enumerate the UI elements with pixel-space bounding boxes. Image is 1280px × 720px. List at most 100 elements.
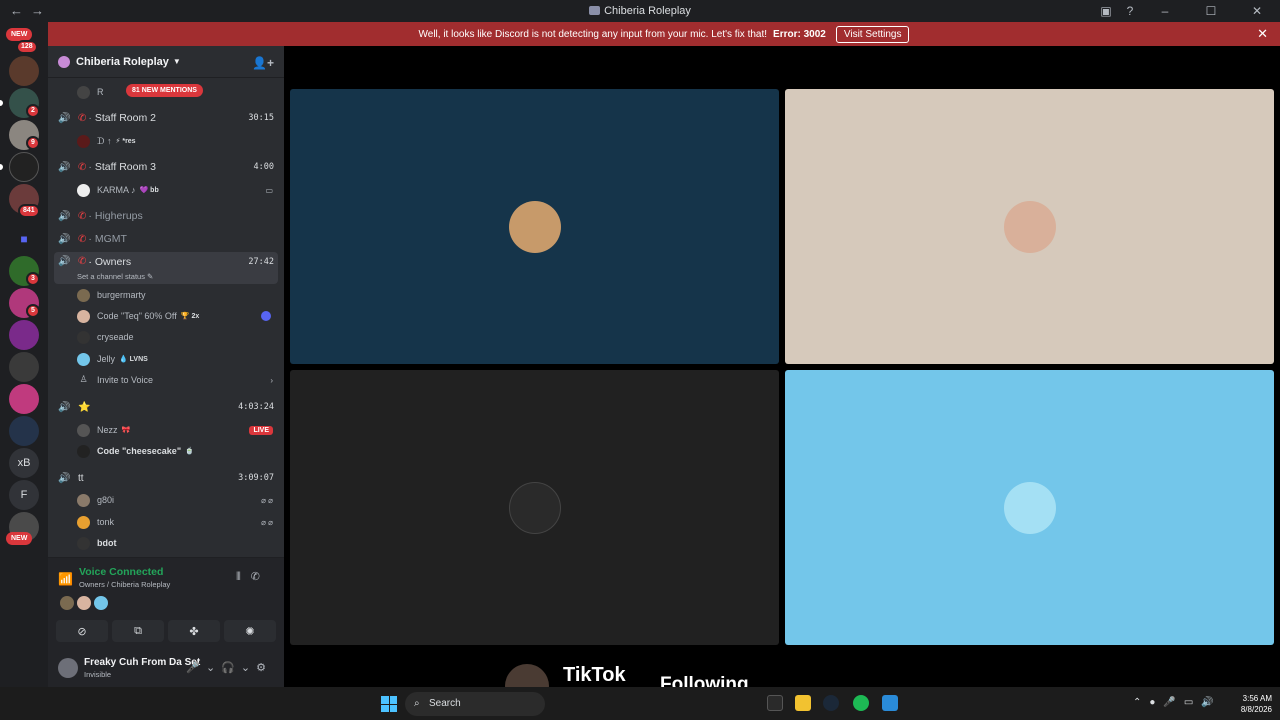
close-window-button[interactable]: ✕: [1234, 0, 1280, 22]
server-icon-xb[interactable]: xB: [9, 448, 39, 478]
mention-badge: 5: [26, 304, 40, 318]
chevron-right-icon: ›: [270, 375, 273, 385]
windows-taskbar: ⌕ Search ⌃●🎤▭🔊 3:56 AM 8/8/2026: [0, 687, 1280, 720]
voice-user-g80i[interactable]: g80i ⌀ ⌀: [77, 491, 277, 509]
voice-connected-channel[interactable]: Owners / Chiberia Roleplay: [79, 580, 170, 589]
person-add-icon: ♙: [79, 373, 88, 384]
server-boost-icon: [58, 55, 70, 68]
minimize-button[interactable]: –: [1142, 0, 1188, 22]
voice-connected-title[interactable]: Voice Connected: [79, 566, 163, 578]
window-title: Chiberia Roleplay: [0, 5, 1280, 17]
voice-user-tonk[interactable]: tonk ⌀ ⌀: [77, 513, 277, 531]
invite-to-voice[interactable]: ♙ Invite to Voice ›: [77, 371, 277, 389]
server-icon-f[interactable]: F: [9, 480, 39, 510]
noise-suppression-and-disconnect-icons[interactable]: ⫴✆: [236, 570, 270, 584]
voice-user-cheesecake[interactable]: Code "cheesecake" 🍵: [77, 442, 277, 460]
close-banner-icon[interactable]: ✕: [1257, 26, 1268, 42]
voice-tile[interactable]: [785, 89, 1274, 364]
taskbar-search[interactable]: ⌕ Search: [405, 692, 545, 716]
activity-icon: [261, 311, 271, 321]
system-tray-icons[interactable]: ⌃●🎤▭🔊: [1133, 697, 1222, 708]
participant-avatar: [1004, 201, 1056, 253]
voice-user-jelly[interactable]: Jelly 💧 LVNS: [77, 350, 277, 368]
voice-action-buttons: ⊘ ⧉ ✤ ✺: [56, 620, 276, 642]
voice-tile[interactable]: [290, 89, 779, 364]
channel-timer: 30:15: [248, 113, 274, 123]
activities-button[interactable]: ✤: [168, 620, 220, 642]
server-icon[interactable]: [9, 152, 39, 182]
tiktok-label: TikTok: [563, 664, 626, 686]
vscode-icon[interactable]: [882, 695, 898, 711]
participant-avatar: [509, 201, 561, 253]
voice-user-nezz[interactable]: Nezz 🎀 LIVE: [77, 421, 277, 439]
server-icon[interactable]: [9, 352, 39, 382]
voice-connected-panel: 📶 Voice Connected Owners / Chiberia Role…: [48, 557, 284, 649]
invite-people-icon[interactable]: 👤+: [252, 56, 274, 70]
server-icon[interactable]: [9, 56, 39, 86]
speaker-icon: 🔊: [58, 401, 71, 413]
help-icon[interactable]: ?: [1118, 0, 1142, 22]
voice-user-teq[interactable]: Code "Teq" 60% Off 🏆 2x: [77, 307, 277, 325]
muted-deafened-icons: ⌀ ⌀: [261, 495, 273, 505]
new-unreads-pill-bottom[interactable]: NEW: [6, 532, 33, 545]
channel-timer: 4:03:24: [238, 402, 274, 412]
server-icon[interactable]: [9, 320, 39, 350]
avatar: [77, 134, 90, 148]
voice-user[interactable]: ᗪ ↑ ⚡ *res: [77, 132, 277, 150]
server-icon[interactable]: [9, 384, 39, 414]
steam-icon[interactable]: [823, 695, 839, 711]
screen-share-button[interactable]: ⧉: [112, 620, 164, 642]
taskbar-clock[interactable]: 3:56 AM 8/8/2026: [1230, 693, 1272, 715]
voice-channel-staff-room-3[interactable]: 🔊 ✆ · Staff Room 3 4:00: [54, 157, 278, 177]
app-icon[interactable]: [767, 695, 783, 711]
soundboard-button[interactable]: ✺: [224, 620, 276, 642]
server-header[interactable]: Chiberia Roleplay ▼ 👤+: [48, 46, 284, 78]
chevron-down-icon: ▼: [172, 57, 181, 66]
voice-user-bdot[interactable]: bdot: [77, 534, 277, 552]
set-channel-status[interactable]: Set a channel status ✎: [77, 272, 153, 281]
voice-channel-tt[interactable]: 🔊 tt 3:09:07: [54, 468, 278, 488]
mic-headset-settings-icons[interactable]: 🎤⌄🎧⌄⚙: [186, 661, 272, 674]
user-status: Invisible: [84, 670, 112, 679]
window-controls: ▣ ? – ☐ ✕: [1094, 0, 1280, 22]
search-icon: ⌕: [414, 698, 420, 709]
windows-start-icon[interactable]: [381, 696, 397, 712]
voice-channel-star[interactable]: 🔊 ⭐ 4:03:24: [54, 397, 278, 417]
channel-timer: 3:09:07: [238, 473, 274, 483]
voice-user-cryseade[interactable]: cryseade: [77, 328, 277, 346]
maximize-button[interactable]: ☐: [1188, 0, 1234, 22]
folder-icon[interactable]: ■: [9, 224, 39, 254]
voice-tile[interactable]: [290, 370, 779, 645]
mention-badge: 3: [26, 272, 40, 286]
voice-channel-higherups[interactable]: 🔊 ✆ · Higherups: [54, 206, 278, 226]
avatar: [77, 444, 90, 458]
username[interactable]: Freaky Cuh From Da Set: [84, 657, 200, 668]
server-icon[interactable]: [9, 416, 39, 446]
phone-icon: ✆: [78, 233, 87, 245]
new-mentions-badge[interactable]: 81 NEW MENTIONS: [126, 84, 203, 97]
voice-user-burgermarty[interactable]: burgermarty: [77, 286, 277, 304]
mic-error-banner: Well, it looks like Discord is not detec…: [48, 22, 1280, 46]
spotify-icon[interactable]: [853, 695, 869, 711]
channel-sidebar: Chiberia Roleplay ▼ 👤+ R 81 NEW MENTIONS…: [48, 46, 284, 687]
phone-icon: ✆: [78, 161, 87, 173]
user-avatar[interactable]: [58, 658, 78, 678]
mention-badge: 841: [18, 204, 40, 218]
avatar: [77, 352, 90, 366]
avatar: [77, 536, 90, 550]
visit-settings-button[interactable]: Visit Settings: [835, 25, 910, 43]
inbox-icon[interactable]: ▣: [1094, 0, 1118, 22]
camera-off-button[interactable]: ⊘: [56, 620, 108, 642]
voice-user[interactable]: KARMA ♪ 💜 bb ▭: [77, 181, 277, 199]
voice-channel-staff-room-2[interactable]: 🔊 ✆ · Staff Room 2 30:15: [54, 108, 278, 128]
avatar: [77, 515, 90, 529]
speaker-icon: 🔊: [58, 233, 71, 245]
signal-icon[interactable]: 📶: [58, 572, 73, 586]
speaker-icon: 🔊: [58, 161, 71, 173]
channel-timer: 4:00: [253, 162, 274, 172]
banner-error-code: Error: 3002: [773, 28, 826, 40]
voice-channel-mgmt[interactable]: 🔊 ✆ · MGMT: [54, 229, 278, 249]
file-explorer-icon[interactable]: [795, 695, 811, 711]
voice-tile[interactable]: [785, 370, 1274, 645]
live-badge: LIVE: [249, 425, 273, 435]
